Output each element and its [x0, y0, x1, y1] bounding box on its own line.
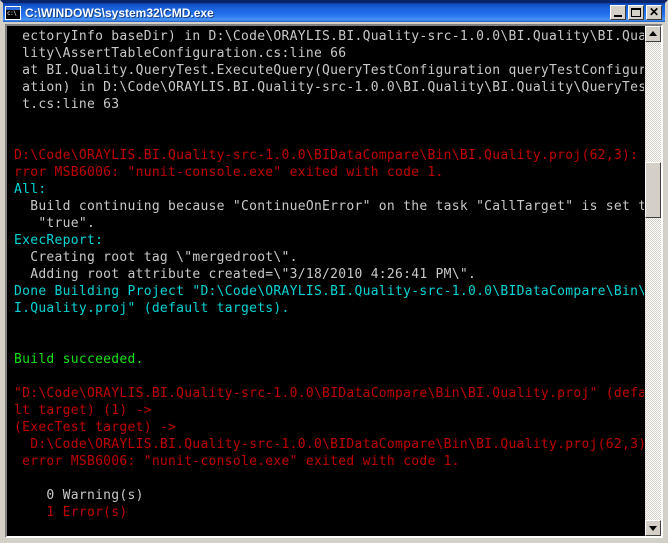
title-bar[interactable]: C:\WINDOWS\system32\CMD.exe ✕	[3, 3, 665, 22]
console-output[interactable]: ectoryInfo baseDir) in D:\Code\ORAYLIS.B…	[7, 26, 644, 536]
maximize-button[interactable]	[628, 5, 644, 20]
console-line: D:\Code\ORAYLIS.BI.Quality-src-1.0.0\BID…	[14, 437, 644, 452]
console-line: 1 Error(s)	[14, 505, 128, 520]
scroll-up-arrow-icon	[649, 31, 657, 36]
console-line: Build continuing because "ContinueOnErro…	[14, 199, 644, 214]
minimize-icon	[614, 15, 622, 17]
scroll-up-button[interactable]	[645, 26, 661, 42]
console-frame: ectoryInfo baseDir) in D:\Code\ORAYLIS.B…	[5, 24, 663, 538]
console-line: error MSB6006: "nunit-console.exe" exite…	[14, 454, 460, 469]
console-line: at BI.Quality.QueryTest.ExecuteQuery(Que…	[14, 63, 644, 78]
console-line: Done Building Project "D:\Code\ORAYLIS.B…	[14, 284, 644, 299]
close-button[interactable]: ✕	[646, 5, 662, 20]
cmd-console-icon	[5, 5, 21, 20]
client-area: ectoryInfo baseDir) in D:\Code\ORAYLIS.B…	[3, 22, 665, 540]
console-line: t.cs:line 63	[14, 97, 120, 112]
console-line: 0 Warning(s)	[14, 488, 144, 503]
console-line: lity\AssertTableConfiguration.cs:line 66	[14, 46, 347, 61]
console-line: All:	[14, 182, 47, 197]
cmd-window: C:\WINDOWS\system32\CMD.exe ✕ ectoryInfo…	[0, 0, 668, 543]
console-line: ectoryInfo baseDir) in D:\Code\ORAYLIS.B…	[14, 29, 644, 44]
minimize-button[interactable]	[610, 5, 626, 20]
console-line: rror MSB6006: "nunit-console.exe" exited…	[14, 165, 444, 180]
maximize-icon	[631, 8, 641, 17]
console-line: "D:\Code\ORAYLIS.BI.Quality-src-1.0.0\BI…	[14, 386, 644, 401]
console-line: "true".	[14, 216, 96, 231]
console-line: (ExecTest target) ->	[14, 420, 177, 435]
console-line: ation) in D:\Code\ORAYLIS.BI.Quality-src…	[14, 80, 644, 95]
vertical-scrollbar[interactable]	[644, 26, 661, 536]
console-line: D:\Code\ORAYLIS.BI.Quality-src-1.0.0\BID…	[14, 148, 644, 163]
scroll-down-arrow-icon	[649, 526, 657, 531]
window-title: C:\WINDOWS\system32\CMD.exe	[25, 5, 214, 20]
console-line: lt target) (1) ->	[14, 403, 152, 418]
scroll-down-button[interactable]	[645, 520, 661, 536]
scrollbar-thumb[interactable]	[645, 162, 661, 218]
close-icon: ✕	[648, 5, 660, 19]
console-line: Adding root attribute created=\"3/18/201…	[14, 267, 477, 282]
console-line: I.Quality.proj" (default targets).	[14, 301, 290, 316]
console-line: ExecReport:	[14, 233, 104, 248]
console-line: Creating root tag \"mergedroot\".	[14, 250, 298, 265]
window-controls: ✕	[610, 5, 662, 20]
console-line: Build succeeded.	[14, 352, 144, 367]
